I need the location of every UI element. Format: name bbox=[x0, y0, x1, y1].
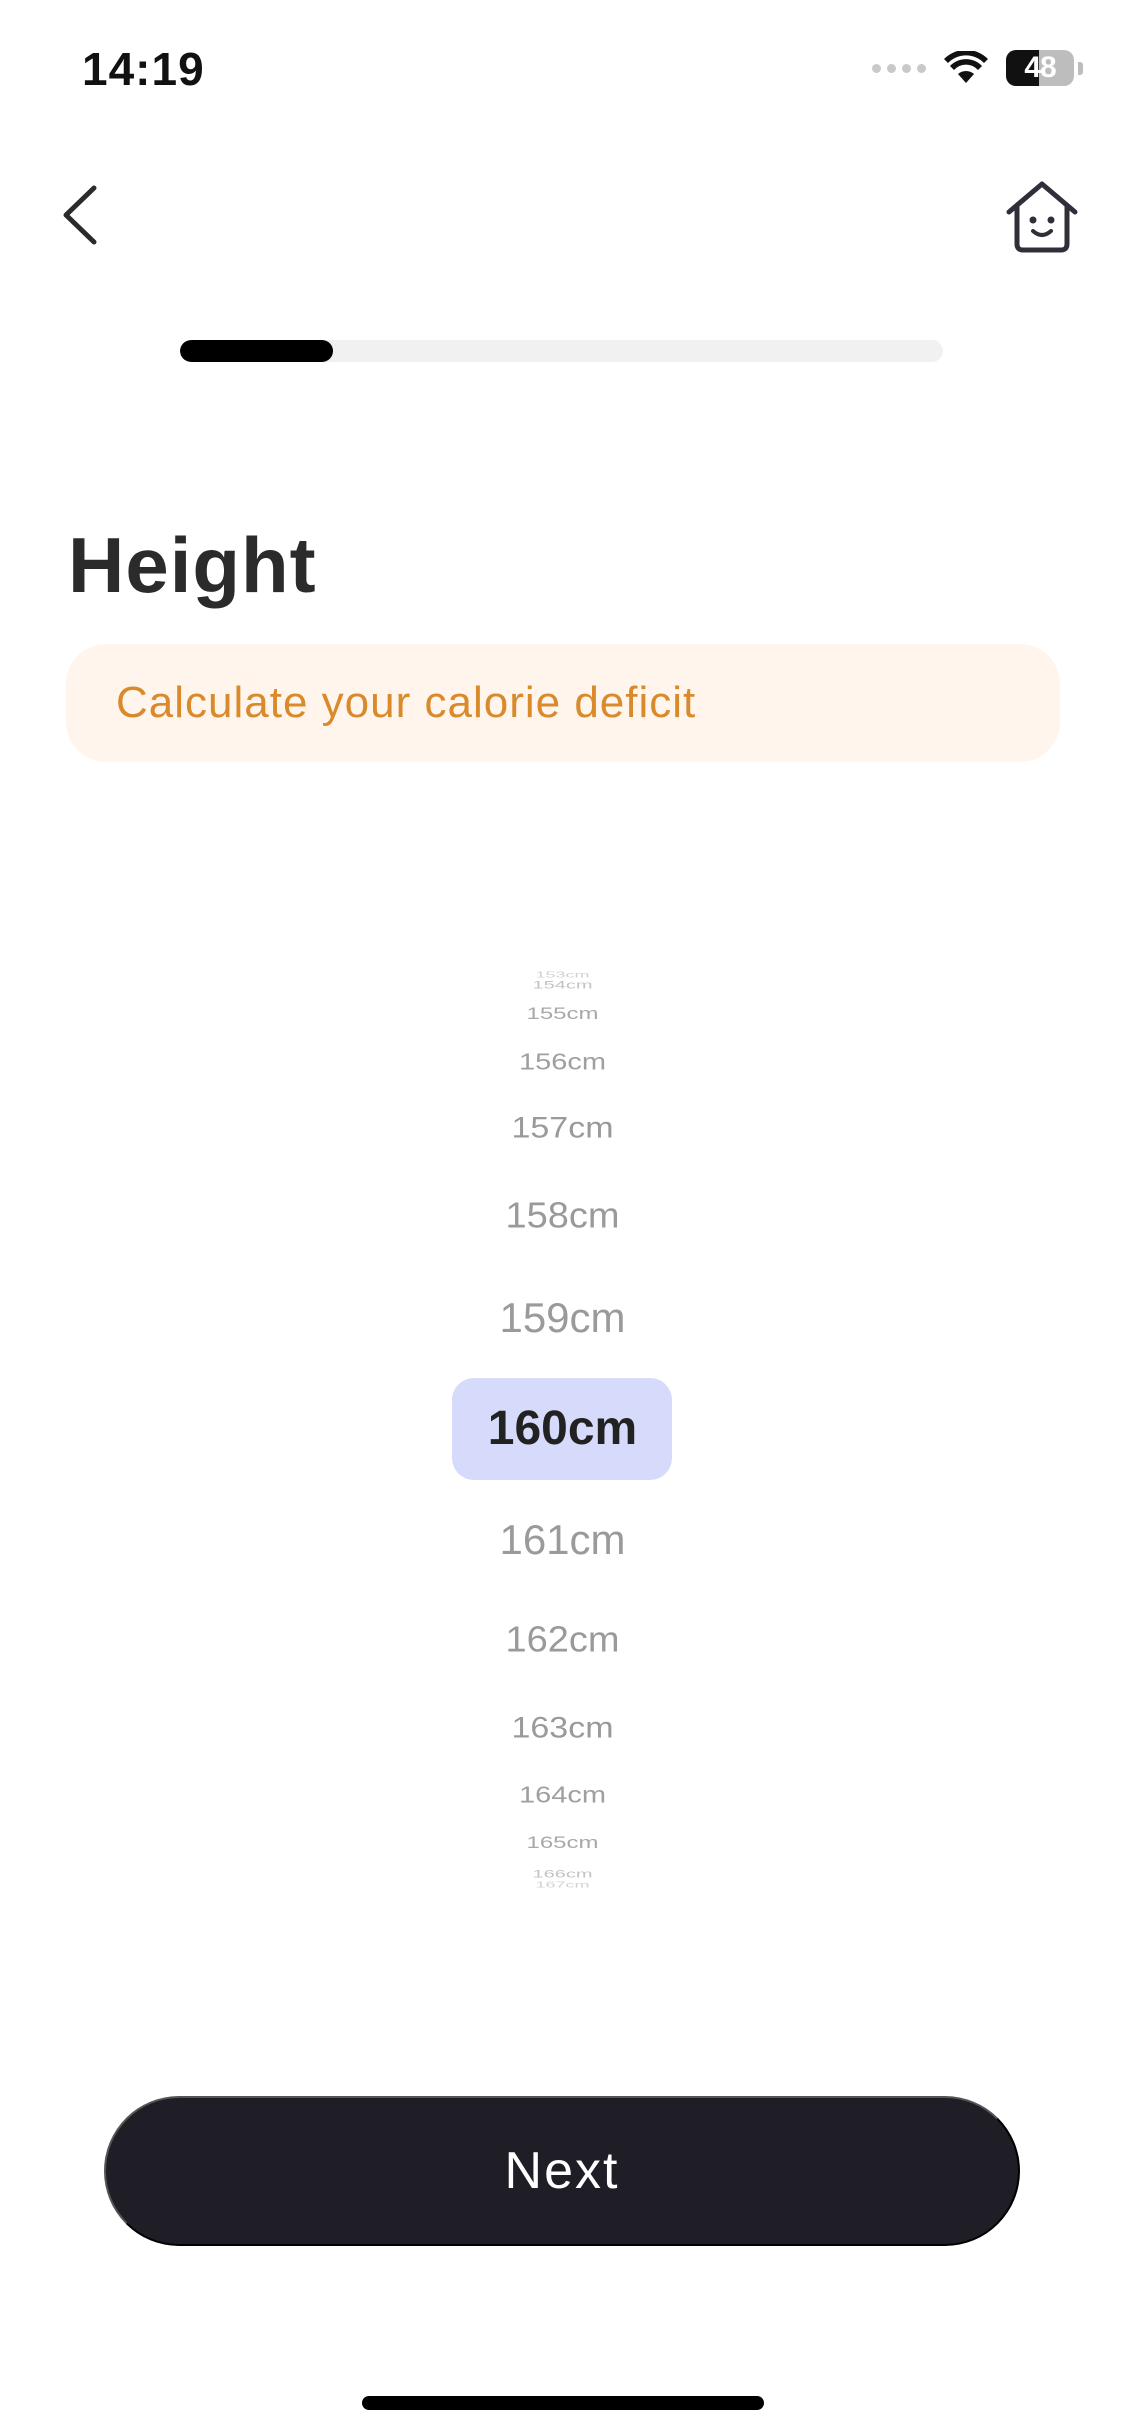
picker-item[interactable]: 158cm bbox=[0, 1198, 1125, 1234]
subtitle-banner: Calculate your calorie deficit bbox=[66, 644, 1060, 762]
status-time: 14:19 bbox=[82, 43, 205, 95]
picker-item[interactable]: 159cm bbox=[0, 1297, 1125, 1339]
picker-item[interactable]: 162cm bbox=[0, 1622, 1125, 1658]
picker-item[interactable]: 157cm bbox=[0, 1113, 1125, 1143]
home-indicator bbox=[362, 2396, 764, 2410]
picker-item[interactable]: 153cm bbox=[0, 971, 1125, 979]
picker-item[interactable]: 167cm bbox=[0, 1881, 1125, 1889]
picker-item[interactable]: 166cm bbox=[0, 1869, 1125, 1880]
battery-icon: 48 bbox=[1006, 50, 1074, 86]
height-picker[interactable]: 153cm 154cm 155cm 156cm 157cm 158cm 159cm 160cm… bbox=[0, 960, 1125, 1890]
picker-item[interactable]: 155cm bbox=[0, 1005, 1125, 1023]
battery-level: 48 bbox=[1024, 51, 1056, 84]
page-title: Height bbox=[68, 521, 317, 609]
progress-fill bbox=[180, 340, 333, 362]
picker-item[interactable]: 156cm bbox=[0, 1050, 1125, 1073]
smiling-house-icon bbox=[1006, 181, 1078, 253]
picker-item-selected[interactable]: 160cm bbox=[0, 1405, 1125, 1453]
picker-item[interactable]: 163cm bbox=[0, 1713, 1125, 1743]
picker-item[interactable]: 161cm bbox=[0, 1519, 1125, 1561]
progress-bar bbox=[180, 340, 943, 362]
chevron-left-icon bbox=[63, 185, 97, 245]
picker-item[interactable]: 164cm bbox=[0, 1783, 1125, 1806]
battery-tip bbox=[1078, 61, 1083, 75]
home-button[interactable] bbox=[1003, 178, 1081, 256]
picker-item[interactable]: 154cm bbox=[0, 980, 1125, 991]
back-button[interactable] bbox=[52, 180, 112, 250]
picker-item[interactable]: 165cm bbox=[0, 1834, 1125, 1852]
height-screen: 14:19 48 Height Calculate your calorie d… bbox=[0, 0, 1125, 2436]
status-icons: 48 bbox=[872, 50, 1083, 86]
wifi-icon bbox=[944, 51, 988, 85]
next-button[interactable]: Next bbox=[104, 2096, 1020, 2246]
subtitle-text: Calculate your calorie deficit bbox=[116, 678, 697, 727]
signal-dots-icon bbox=[872, 63, 926, 73]
